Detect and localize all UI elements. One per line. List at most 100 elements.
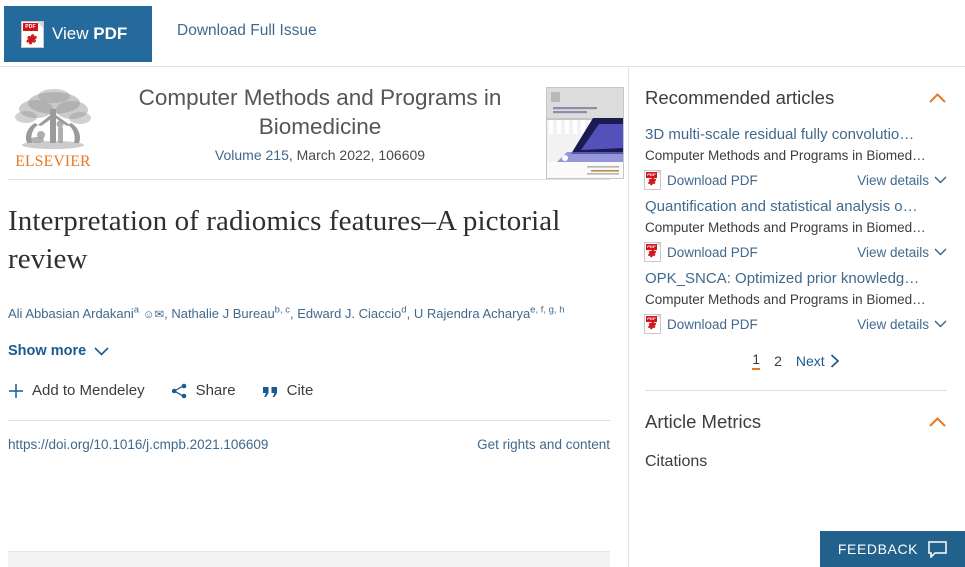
envelope-icon[interactable]: ✉ [154, 309, 164, 321]
page-2-button[interactable]: 2 [774, 353, 782, 369]
elsevier-wordmark: ELSEVIER [15, 153, 91, 170]
recommended-article-journal: Computer Methods and Programs in Biomed… [645, 292, 926, 307]
person-icon[interactable]: ☺ [143, 309, 155, 321]
share-button[interactable]: Share [171, 382, 236, 399]
recommended-article-journal: Computer Methods and Programs in Biomed… [645, 220, 926, 235]
download-pdf-label: Download PDF [667, 244, 758, 260]
journal-issue-meta: Volume 215, March 2022, 106609 [108, 147, 532, 163]
feedback-label: FEEDBACK [837, 541, 919, 557]
pagination: 1 2 Next [645, 351, 947, 370]
download-pdf-button[interactable]: PDF ❃ Download PDF [645, 243, 758, 261]
view-details-button[interactable]: View details [857, 173, 947, 188]
download-pdf-button[interactable]: PDF ❃ Download PDF [645, 315, 758, 333]
next-page-button[interactable]: Next [796, 353, 840, 369]
recommended-article-links: PDF ❃ Download PDF View details [645, 171, 947, 189]
view-details-button[interactable]: View details [857, 317, 947, 332]
quote-icon [262, 384, 279, 398]
author-name[interactable]: U Rajendra Acharya [414, 306, 530, 321]
cite-label: Cite [286, 382, 314, 400]
pdf-icon-label: PDF [23, 22, 38, 31]
view-pdf-label: View PDF [52, 24, 128, 43]
chevron-down-icon [934, 176, 947, 184]
author-name[interactable]: Edward J. Ciaccio [297, 306, 401, 321]
recommended-article-journal: Computer Methods and Programs in Biomed… [645, 148, 926, 163]
journal-title: Computer Methods and Programs in Biomedi… [138, 85, 502, 139]
recommended-article-title[interactable]: OPK_SNCA: Optimized prior knowledg… [645, 269, 947, 289]
journal-cover-thumbnail[interactable] [546, 87, 624, 179]
author-name[interactable]: Nathalie J Bureau [171, 306, 274, 321]
elsevier-logo: ELSEVIER [10, 87, 96, 171]
doi-row: https://doi.org/10.1016/j.cmpb.2021.1066… [8, 420, 610, 452]
recommended-article-item: OPK_SNCA: Optimized prior knowledg… Comp… [645, 263, 947, 335]
plus-icon [8, 383, 24, 399]
chevron-up-icon[interactable] [928, 413, 947, 432]
author-entry: Nathalie J Bureaub, c, [171, 305, 297, 321]
sidebar: Recommended articles 3D multi-scale resi… [628, 67, 965, 567]
recommended-article-item: 3D multi-scale residual fully convolutio… [645, 119, 947, 191]
chevron-down-icon [934, 248, 947, 256]
journal-meta-rest: , March 2022, 106609 [288, 147, 426, 163]
feedback-button[interactable]: FEEDBACK [820, 531, 965, 567]
author-separator: , [164, 306, 168, 322]
pdf-swirl-mark: ❃ [647, 249, 656, 260]
article-main-column: ELSEVIER Computer Methods and Programs i… [0, 67, 624, 567]
doi-link[interactable]: https://doi.org/10.1016/j.cmpb.2021.1066… [8, 437, 268, 452]
journal-title-block: Computer Methods and Programs in Biomedi… [108, 83, 532, 163]
elsevier-tree-icon [15, 89, 91, 149]
journal-volume-link[interactable]: Volume 215 [215, 147, 289, 163]
citations-label: Citations [645, 453, 708, 470]
pdf-swirl-mark: ❃ [25, 31, 36, 47]
view-pdf-button[interactable]: PDF ❃ View PDF [4, 6, 152, 62]
recommended-article-links: PDF ❃ Download PDF View details [645, 243, 947, 261]
pdf-swirl-mark: ❃ [647, 321, 656, 332]
recommended-articles-title: Recommended articles [645, 87, 835, 108]
chevron-down-icon [934, 320, 947, 328]
recommended-article-links: PDF ❃ Download PDF View details [645, 315, 947, 333]
recommended-articles-header[interactable]: Recommended articles [645, 67, 947, 119]
article-metrics-title: Article Metrics [645, 411, 762, 432]
author-entry: Edward J. Ciacciod, [297, 305, 414, 322]
article-metrics-header[interactable]: Article Metrics [645, 391, 947, 443]
view-details-label: View details [857, 244, 929, 260]
page-1-button[interactable]: 1 [752, 351, 761, 370]
author-entry: U Rajendra Acharyae, f, g, h [414, 305, 565, 321]
view-details-button[interactable]: View details [857, 245, 947, 260]
add-to-mendeley-label: Add to Mendeley [32, 382, 145, 400]
add-to-mendeley-button[interactable]: Add to Mendeley [8, 382, 145, 399]
pdf-file-icon: PDF ❃ [645, 171, 660, 189]
pdf-file-icon: PDF ❃ [645, 243, 660, 261]
author-affiliation-marker: b, c [274, 305, 290, 316]
author-affiliation-marker: a [133, 305, 140, 316]
share-nodes-icon [171, 383, 188, 399]
article-action-bar: Add to Mendeley Share Cite [8, 382, 610, 399]
page-title: Interpretation of radiomics features–A p… [8, 205, 561, 275]
header-divider [8, 179, 610, 180]
cite-button[interactable]: Cite [262, 382, 314, 400]
chevron-right-icon [830, 353, 839, 368]
share-label: Share [195, 382, 236, 400]
journal-header: ELSEVIER Computer Methods and Programs i… [8, 67, 624, 179]
pdf-swirl-mark: ❃ [647, 177, 656, 188]
author-entry: Ali Abbasian Ardakania ☺✉, [8, 305, 171, 322]
show-more-label: Show more [8, 343, 87, 360]
journal-cover-image [547, 88, 623, 178]
download-full-issue-link[interactable]: Download Full Issue [177, 22, 317, 40]
chevron-up-icon[interactable] [928, 89, 947, 108]
view-details-label: View details [857, 172, 929, 188]
recommended-article-item: Quantification and statistical analysis … [645, 191, 947, 263]
recommended-article-title[interactable]: Quantification and statistical analysis … [645, 197, 947, 217]
author-list: Ali Abbasian Ardakania ☺✉, Nathalie J Bu… [8, 300, 610, 326]
download-pdf-button[interactable]: PDF ❃ Download PDF [645, 171, 758, 189]
show-more-button[interactable]: Show more [8, 343, 109, 359]
author-separator: , [406, 306, 411, 322]
get-rights-and-content-link[interactable]: Get rights and content [477, 437, 610, 452]
speech-bubble-icon [928, 540, 947, 558]
recommended-article-title[interactable]: 3D multi-scale residual fully convolutio… [645, 125, 947, 145]
author-name[interactable]: Ali Abbasian Ardakani [8, 306, 134, 321]
top-action-bar: PDF ❃ View PDF Download Full Issue [0, 0, 965, 67]
download-pdf-label: Download PDF [667, 172, 758, 188]
chevron-down-icon [94, 347, 109, 356]
download-pdf-label: Download PDF [667, 316, 758, 332]
author-affiliation-marker: e, f, g, h [530, 305, 565, 316]
pdf-file-icon: PDF ❃ [22, 21, 43, 47]
